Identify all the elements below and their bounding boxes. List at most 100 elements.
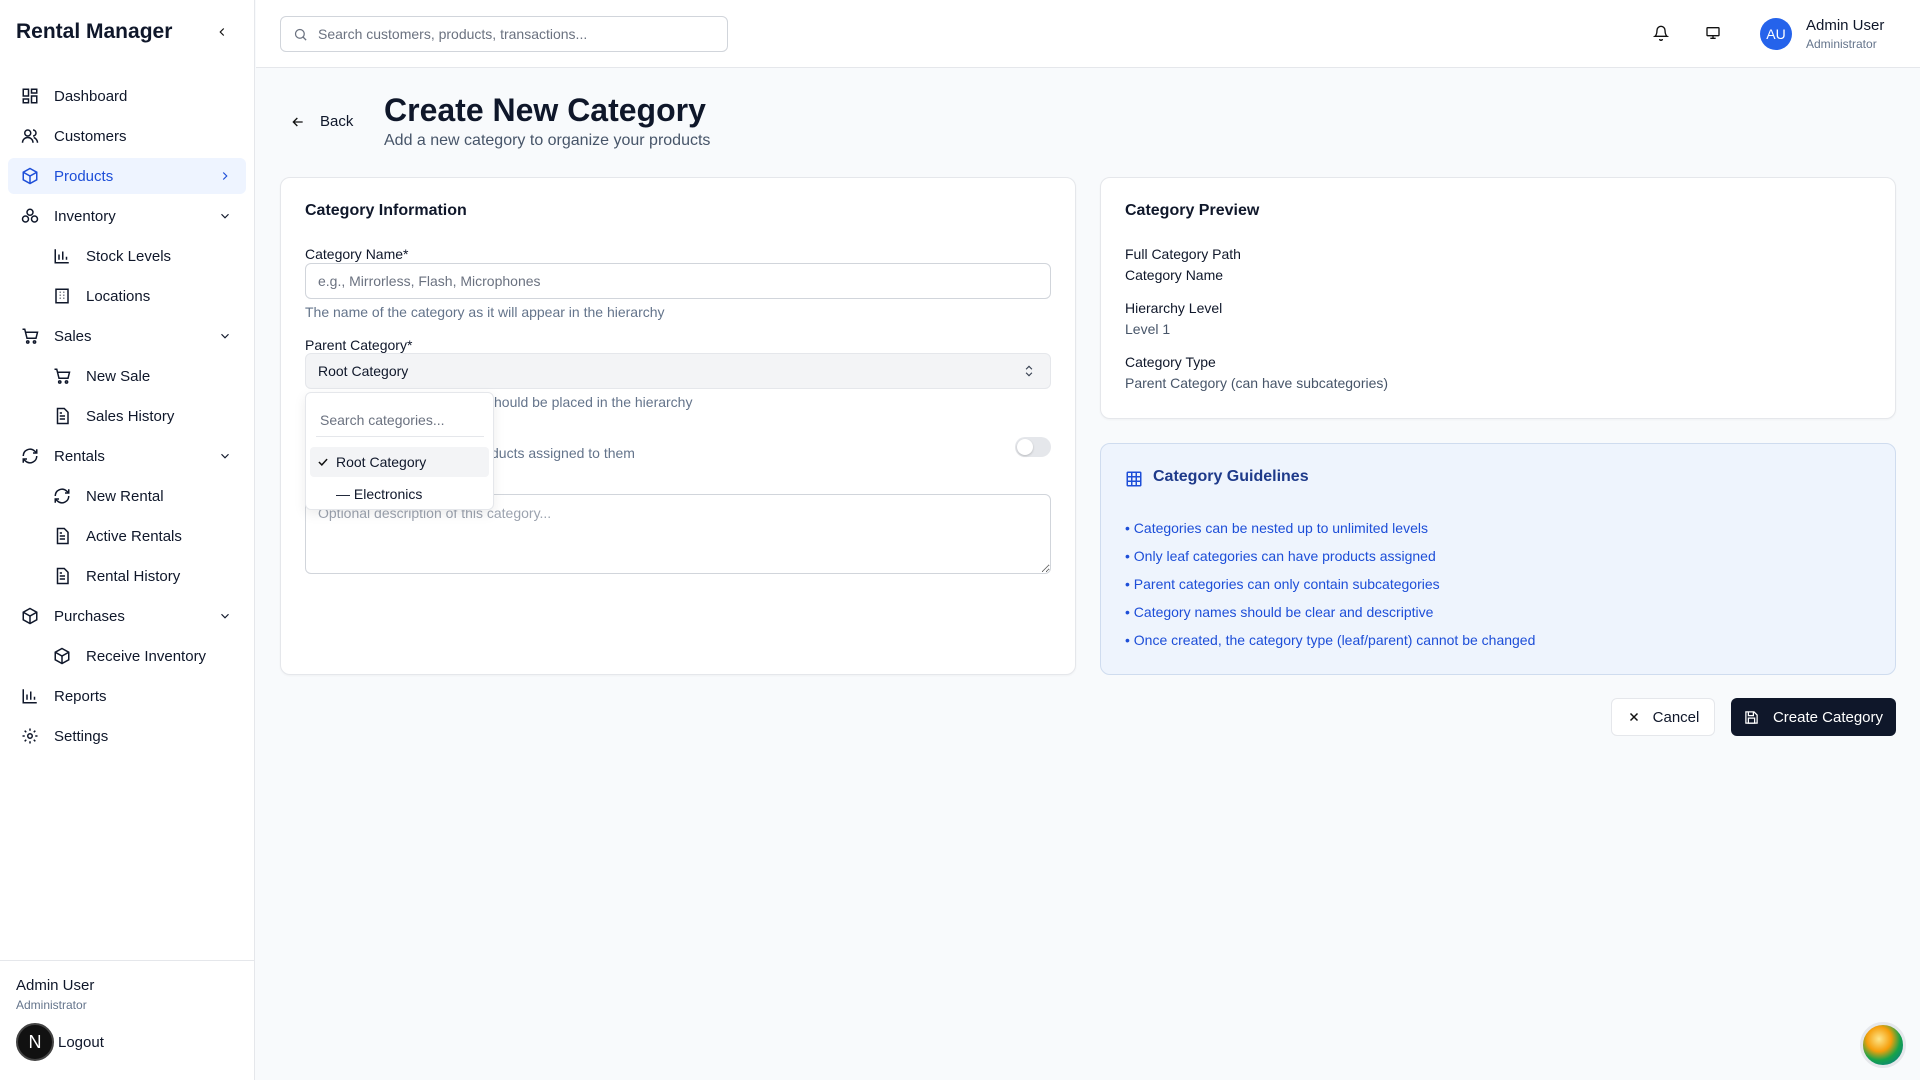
page-title: Create New Category [384, 92, 706, 128]
package-icon [20, 606, 40, 626]
file-icon [52, 566, 72, 586]
avatar[interactable]: AU [1760, 18, 1792, 50]
sidebar-item-rental-history[interactable]: Rental History [8, 558, 246, 594]
level-value: Level 1 [1125, 321, 1171, 337]
boxes-icon [20, 206, 40, 226]
display-button[interactable] [1702, 22, 1724, 44]
cancel-button[interactable]: Cancel [1611, 698, 1715, 736]
sidebar-item-label: Rental History [86, 567, 181, 585]
gear-icon [20, 726, 40, 746]
parent-category-dropdown: Root Category — Electronics [305, 392, 494, 510]
dropdown-option-electronics[interactable]: — Electronics [310, 479, 489, 509]
close-icon [1629, 712, 1638, 722]
level-label: Hierarchy Level [1125, 300, 1223, 316]
bell-icon [1653, 25, 1669, 41]
sidebar-item-reports[interactable]: Reports [8, 678, 246, 714]
create-label: Create Category [1772, 708, 1884, 726]
sidebar-item-purchases[interactable]: Purchases [8, 598, 246, 634]
sidebar-item-label: New Rental [86, 487, 164, 505]
refresh-icon [20, 446, 40, 466]
sidebar-item-receive-inventory[interactable]: Receive Inventory [8, 638, 246, 674]
back-label: Back [320, 113, 354, 130]
sidebar-item-label: Sales History [86, 407, 175, 425]
n-badge-icon[interactable]: N [16, 1023, 54, 1061]
dropdown-option-root-category[interactable]: Root Category [310, 447, 489, 477]
category-preview-card: Category Preview Full Category Path Cate… [1100, 177, 1896, 419]
logout-label: Logout [58, 1033, 104, 1051]
sidebar-item-label: Sales [54, 327, 92, 345]
sidebar-item-stock-levels[interactable]: Stock Levels [8, 238, 246, 274]
sidebar-item-new-sale[interactable]: New Sale [8, 358, 246, 394]
app-title: Rental Manager [16, 20, 173, 43]
parent-category-value: Root Category [318, 363, 409, 379]
collapse-sidebar-button[interactable] [212, 22, 232, 42]
guideline-item: • Only leaf categories can have products… [1125, 548, 1436, 564]
file-icon [52, 526, 72, 546]
category-name-label: Category Name* [305, 246, 409, 262]
sidebar-item-label: Settings [54, 727, 109, 745]
sidebar-item-inventory[interactable]: Inventory [8, 198, 246, 234]
sidebar-footer: Admin User Administrator N Logout [0, 960, 255, 1080]
chevron-right-icon [216, 167, 234, 185]
sidebar-item-label: Inventory [54, 207, 116, 225]
package-icon [20, 166, 40, 186]
guideline-item: • Once created, the category type (leaf/… [1125, 632, 1536, 648]
sidebar-item-sales[interactable]: Sales [8, 318, 246, 354]
package-icon [52, 646, 72, 666]
cart-icon [20, 326, 40, 346]
chevron-left-icon [219, 28, 225, 36]
arrow-left-icon [292, 117, 303, 126]
chevrons-up-down-icon [1022, 363, 1036, 382]
sidebar-item-active-rentals[interactable]: Active Rentals [8, 518, 246, 554]
sidebar-item-products[interactable]: Products [8, 158, 246, 194]
assistant-orb-icon[interactable] [1860, 1022, 1906, 1068]
file-icon [52, 406, 72, 426]
path-label: Full Category Path [1125, 246, 1241, 262]
user-role: Administrator [1806, 37, 1877, 51]
sidebar-item-locations[interactable]: Locations [8, 278, 246, 314]
category-guidelines-card: Category Guidelines • Categories can be … [1100, 443, 1896, 675]
sidebar-item-rentals[interactable]: Rentals [8, 438, 246, 474]
path-value: Category Name [1125, 267, 1224, 283]
category-name-input[interactable] [305, 263, 1051, 299]
search-input[interactable] [318, 26, 698, 42]
sidebar: Rental Manager Dashboard Customers Produ… [0, 0, 255, 1080]
footer-user-name: Admin User [16, 977, 95, 994]
sidebar-item-label: Dashboard [54, 87, 128, 105]
parent-category-label: Parent Category* [305, 337, 413, 353]
parent-category-select[interactable]: Root Category [305, 353, 1051, 389]
page-subtitle: Add a new category to organize your prod… [384, 132, 711, 149]
back-button[interactable]: Back [290, 113, 353, 130]
monitor-icon [1706, 27, 1720, 39]
guideline-item: • Categories can be nested up to unlimit… [1125, 520, 1428, 536]
check-icon [310, 455, 336, 469]
option-label: — Electronics [336, 486, 423, 502]
sidebar-item-label: Locations [86, 287, 151, 305]
sidebar-item-customers[interactable]: Customers [8, 118, 246, 154]
create-category-button[interactable]: Create Category [1731, 698, 1896, 736]
sidebar-item-new-rental[interactable]: New Rental [8, 478, 246, 514]
logout-button[interactable]: N Logout [16, 1023, 104, 1061]
card-title: Category Preview [1125, 202, 1260, 219]
chevron-down-icon [216, 327, 234, 345]
topbar: AU Admin User Administrator [256, 0, 1920, 68]
notifications-button[interactable] [1650, 22, 1672, 44]
sidebar-item-settings[interactable]: Settings [8, 718, 246, 754]
sidebar-item-sales-history[interactable]: Sales History [8, 398, 246, 434]
sidebar-item-dashboard[interactable]: Dashboard [8, 78, 246, 114]
grid-icon [1125, 470, 1143, 492]
category-search-input[interactable] [316, 403, 484, 437]
sidebar-item-label: Stock Levels [86, 247, 172, 265]
guideline-item: • Category names should be clear and des… [1125, 604, 1434, 620]
sidebar-item-label: Receive Inventory [86, 647, 207, 665]
sidebar-item-label: Products [54, 167, 114, 185]
category-name-hint: The name of the category as it will appe… [305, 304, 665, 320]
chevron-down-icon [216, 207, 234, 225]
parent-category-hint: hould be placed in the hierarchy [494, 394, 693, 410]
global-search[interactable] [280, 16, 728, 52]
leaf-category-hint: ducts assigned to them [491, 445, 635, 461]
leaf-category-toggle[interactable] [1015, 437, 1051, 457]
option-label: Root Category [336, 454, 427, 470]
footer-user-role: Administrator [16, 998, 87, 1012]
bar-chart-icon [52, 246, 72, 266]
